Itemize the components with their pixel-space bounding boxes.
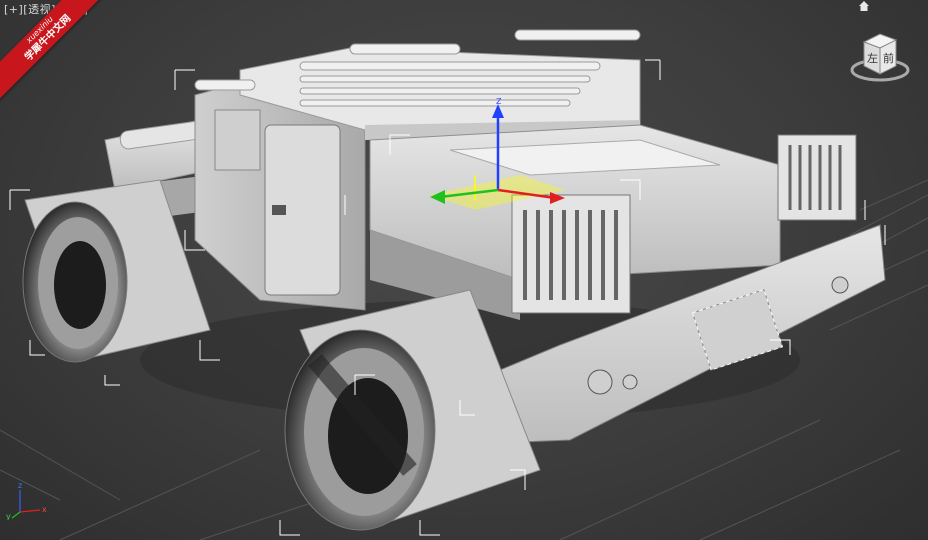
cab-window bbox=[214, 109, 261, 171]
scene-view[interactable]: Z bbox=[0, 0, 928, 540]
perspective-viewport[interactable]: [+][透视][真实] Z xuexiniu 学犀牛中文网 左 前 z x y bbox=[0, 0, 928, 540]
tripod-x-label: x bbox=[42, 505, 47, 514]
view-cube-left-label: 左 bbox=[867, 52, 878, 65]
front-grille-right[interactable] bbox=[777, 134, 857, 221]
front-grille-left[interactable] bbox=[511, 194, 631, 314]
watermark-ribbon: xuexiniu 学犀牛中文网 bbox=[0, 0, 110, 110]
view-cube[interactable]: 左 前 bbox=[850, 28, 910, 84]
door-handle bbox=[272, 205, 286, 215]
tripod-z-label: z bbox=[18, 481, 22, 490]
gizmo-z-label: Z bbox=[496, 97, 502, 106]
axis-tripod: z x y bbox=[6, 481, 47, 520]
tripod-y-label: y bbox=[6, 512, 11, 520]
view-cube-front-label: 前 bbox=[883, 51, 894, 65]
home-icon[interactable] bbox=[858, 0, 870, 12]
